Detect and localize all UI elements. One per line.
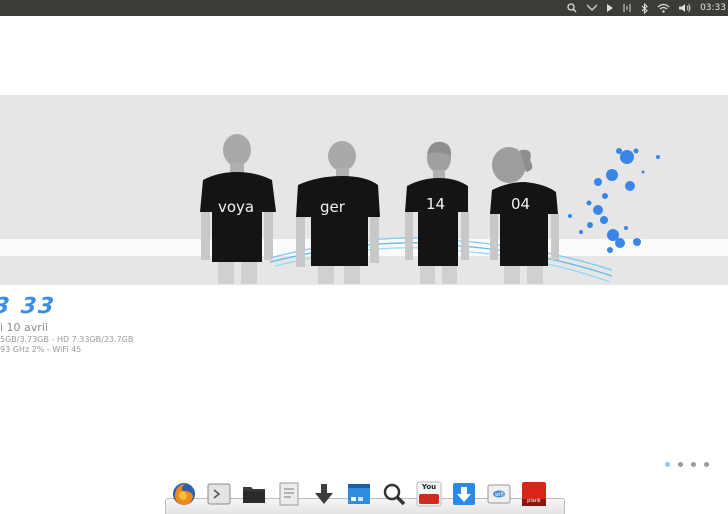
- workspace-indicator: [665, 462, 709, 467]
- conky-date: i 10 avril: [0, 321, 48, 334]
- shirt-text-1: voya: [218, 198, 254, 216]
- files-icon[interactable]: [241, 481, 267, 507]
- youtube-icon[interactable]: You: [416, 481, 442, 507]
- shirt-text-2: ger: [320, 198, 346, 216]
- workspace-dot-3[interactable]: [691, 462, 696, 467]
- desktop-icon[interactable]: [346, 481, 372, 507]
- shirt-labels: voya ger 14 04: [218, 195, 530, 216]
- shirt-text-3: 14: [426, 195, 445, 213]
- network-icon[interactable]: wifi: [486, 481, 512, 507]
- software-center-icon[interactable]: [451, 481, 477, 507]
- youtube-label: You: [421, 483, 437, 491]
- download-arrow-icon[interactable]: [311, 481, 337, 507]
- conky-memory-line: 5GB/3.73GB - HD 7.33GB/23.7GB: [0, 335, 134, 344]
- firefox-icon[interactable]: [171, 481, 197, 507]
- conky-time: 3 33: [0, 294, 57, 319]
- dock: You wifi plank: [165, 476, 565, 514]
- conky-cpu-line: 93 GHz 2% - WiFi 45: [0, 345, 82, 354]
- search-icon[interactable]: [381, 481, 407, 507]
- shirt-text-4: 04: [511, 195, 530, 213]
- plank-icon[interactable]: plank: [521, 481, 547, 507]
- workspace-dot-2[interactable]: [678, 462, 683, 467]
- workspace-dot-4[interactable]: [704, 462, 709, 467]
- conky-widget: 3 33 i 10 avril 5GB/3.73GB - HD 7.33GB/2…: [0, 294, 134, 355]
- plank-label: plank: [527, 498, 541, 504]
- terminal-icon[interactable]: [206, 481, 232, 507]
- workspace-dot-1[interactable]: [665, 462, 670, 467]
- text-editor-icon[interactable]: [276, 481, 302, 507]
- svg-text:wifi: wifi: [495, 492, 504, 498]
